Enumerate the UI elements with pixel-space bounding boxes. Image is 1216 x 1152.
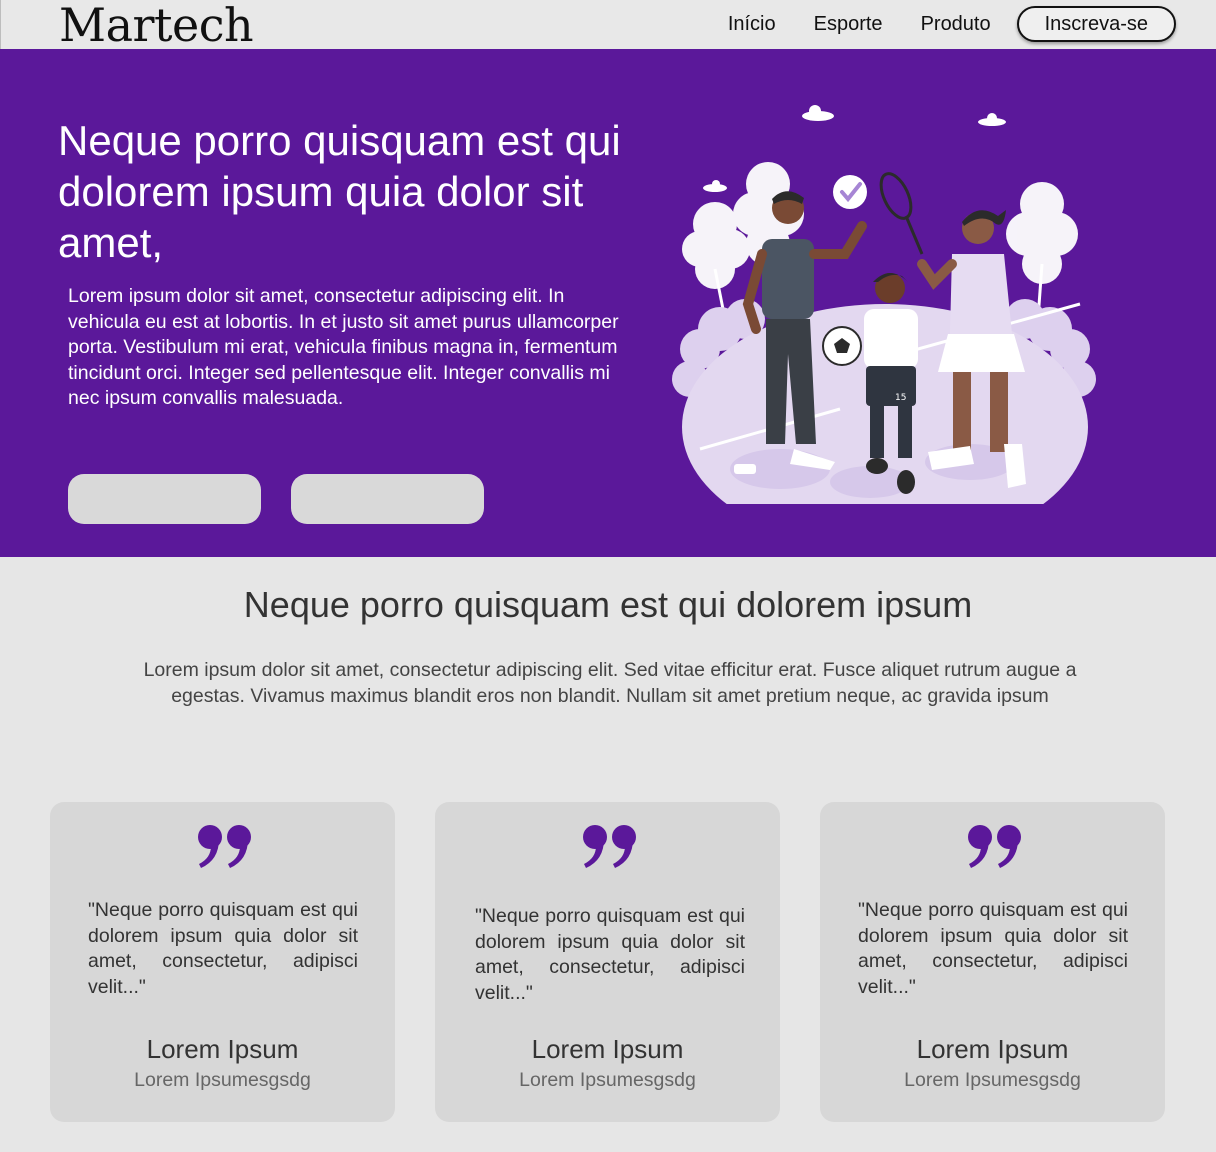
testimonial-role: Lorem Ipsumesgsdg (904, 1069, 1081, 1091)
testimonial-role: Lorem Ipsumesgsdg (134, 1069, 311, 1091)
header: Martech Início Esporte Produto Inscreva-… (0, 0, 1216, 50)
testimonial-card: "Neque porro quisquam est qui dolorem ip… (820, 802, 1165, 1122)
testimonial-role: Lorem Ipsumesgsdg (519, 1069, 696, 1091)
quote-icon (582, 825, 636, 868)
testimonial-name: Lorem Ipsum (146, 1034, 299, 1064)
hero-secondary-button[interactable] (291, 474, 484, 524)
hero-text: Lorem ipsum dolor sit amet, consectetur … (68, 285, 619, 409)
sports-family-illustration: 15 (672, 105, 1096, 504)
quote-icon (197, 825, 251, 868)
testimonial-quote: "Neque porro quisquam est qui dolorem ip… (858, 899, 1128, 998)
testimonial-card: "Neque porro quisquam est qui dolorem ip… (50, 802, 395, 1122)
testimonial-name: Lorem Ipsum (531, 1034, 684, 1064)
hero-primary-button[interactable] (68, 474, 261, 524)
svg-text:15: 15 (895, 393, 906, 403)
section-title: Neque porro quisquam est qui dolorem ips… (243, 584, 973, 625)
logo[interactable]: Martech (59, 0, 254, 50)
testimonial-quote: "Neque porro quisquam est qui dolorem ip… (475, 905, 745, 1004)
testimonial-card: "Neque porro quisquam est qui dolorem ip… (435, 802, 780, 1122)
nav-link-inicio[interactable]: Início (728, 6, 776, 42)
signup-button[interactable]: Inscreva-se (1016, 6, 1176, 42)
hero-title: Neque porro quisquam est qui dolorem ips… (58, 117, 621, 266)
main-nav: Início Esporte Produto Inscreva-se (690, 6, 1176, 42)
nav-link-esporte[interactable]: Esporte (814, 6, 883, 42)
hero-section: Neque porro quisquam est qui dolorem ips… (0, 49, 1216, 557)
section-text: Lorem ipsum dolor sit amet, consectetur … (143, 659, 1077, 707)
nav-link-produto[interactable]: Produto (921, 6, 991, 42)
quote-icon (967, 825, 1021, 868)
testimonial-name: Lorem Ipsum (916, 1034, 1069, 1064)
testimonial-quote: "Neque porro quisquam est qui dolorem ip… (88, 899, 358, 998)
